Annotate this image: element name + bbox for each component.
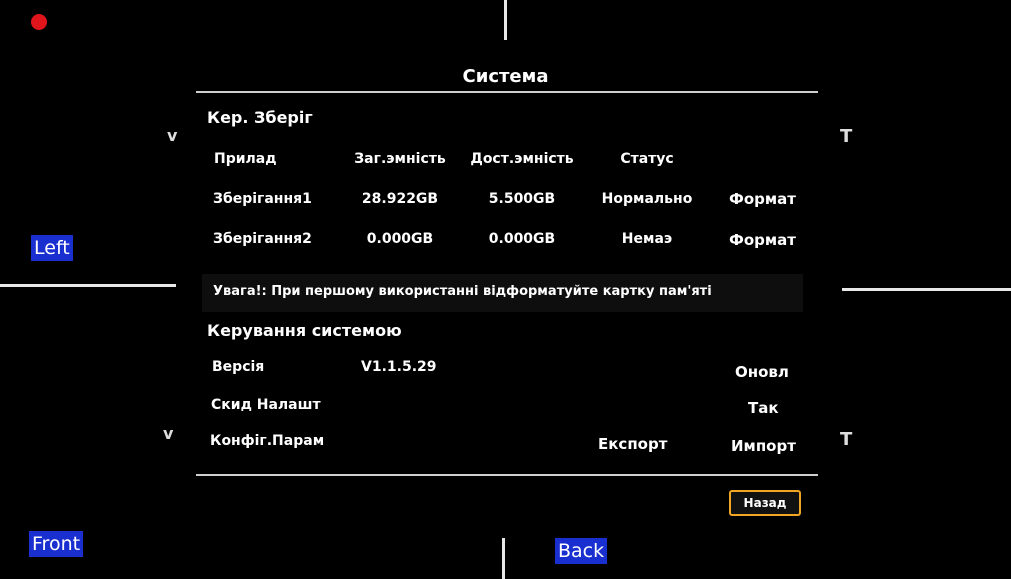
- row-total: 0.000GB: [366, 231, 434, 247]
- row-available: 0.000GB: [488, 231, 556, 247]
- version-label: Версія: [212, 359, 265, 375]
- bottom-divider: [196, 474, 818, 476]
- row-device: Зберігання2: [213, 231, 312, 247]
- title-divider: [196, 91, 818, 93]
- chevron-down-icon: v: [163, 424, 174, 443]
- camera-label-left: Left: [31, 235, 73, 261]
- tee-marker-icon: T: [840, 429, 853, 450]
- record-indicator-icon: [31, 14, 47, 30]
- camera-label-front: Front: [29, 531, 84, 557]
- camera-label-back: Back: [555, 538, 608, 564]
- dialog-title: Система: [462, 66, 549, 87]
- header-device: Прилад: [214, 151, 277, 167]
- config-label: Конфіг.Парам: [210, 433, 325, 449]
- system-section-title: Керування системою: [207, 321, 402, 340]
- row-available: 5.500GB: [488, 191, 556, 207]
- update-button[interactable]: Оновл: [735, 363, 789, 381]
- chevron-down-icon: v: [167, 126, 178, 145]
- crosshair-bottom-line: [502, 538, 505, 579]
- warning-text: Увага!: При першому використанні відформ…: [213, 284, 712, 299]
- header-status: Статус: [620, 151, 674, 167]
- crosshair-left-line: [0, 284, 176, 287]
- storage-section-title: Кер. Зберіг: [207, 108, 313, 127]
- header-available-capacity: Дост.эмність: [470, 151, 574, 167]
- reset-label: Скид Налашт: [211, 397, 321, 413]
- row-status: Немаэ: [621, 231, 673, 247]
- row-status: Нормально: [601, 191, 693, 207]
- crosshair-top-line: [504, 0, 507, 40]
- header-total-capacity: Заг.эмність: [354, 151, 446, 167]
- export-button[interactable]: Експорт: [598, 435, 667, 453]
- version-value: V1.1.5.29: [361, 359, 437, 375]
- row-total: 28.922GB: [361, 191, 439, 207]
- crosshair-right-line: [842, 288, 1011, 291]
- back-button[interactable]: Назад: [729, 490, 801, 516]
- row-device: Зберігання1: [213, 191, 312, 207]
- tee-marker-icon: T: [840, 126, 853, 147]
- reset-confirm-button[interactable]: Так: [748, 399, 779, 417]
- import-button[interactable]: Импорт: [731, 437, 796, 455]
- format-button-storage2[interactable]: Формат: [729, 231, 796, 249]
- format-button-storage1[interactable]: Формат: [729, 190, 796, 208]
